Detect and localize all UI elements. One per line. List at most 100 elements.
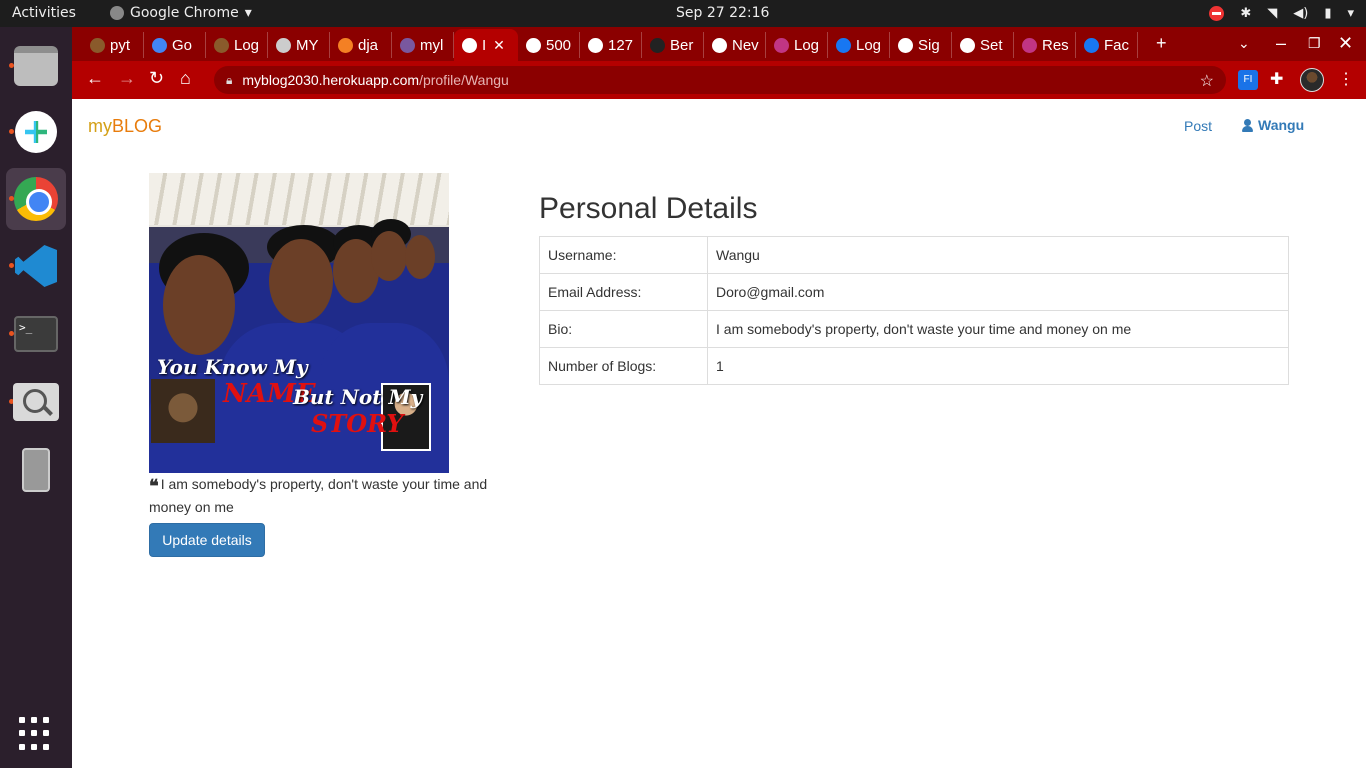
- battery-icon[interactable]: ▮: [1324, 6, 1331, 21]
- globe-icon: [462, 37, 477, 53]
- nav-user-link[interactable]: Wangu: [1242, 117, 1304, 133]
- dock-slack[interactable]: [6, 101, 66, 163]
- browser-tab[interactable]: 500: [518, 32, 580, 58]
- app-menu-label: Google Chrome: [130, 5, 239, 21]
- quote-left-icon: ❝: [149, 476, 159, 497]
- browser-tab[interactable]: dja: [330, 32, 392, 58]
- slack-tray-icon[interactable]: ✱: [1240, 6, 1251, 21]
- browser-tab[interactable]: Ber: [642, 32, 704, 58]
- tab-label: 500: [546, 36, 572, 54]
- browser-tab[interactable]: pyt: [82, 32, 144, 58]
- extension-fi-icon[interactable]: FI: [1238, 70, 1258, 90]
- app-menu[interactable]: Google Chrome ▾: [110, 5, 252, 21]
- running-indicator: [9, 331, 14, 336]
- facebook-icon: [836, 37, 851, 53]
- tab-label: pyt: [110, 36, 131, 54]
- running-indicator: [9, 129, 14, 134]
- bio-quote-text: I am somebody's property, don't waste yo…: [149, 476, 488, 515]
- browser-tab[interactable]: Fac: [1076, 32, 1138, 58]
- profile-avatar[interactable]: [1300, 68, 1324, 92]
- system-top-bar: Activities Google Chrome ▾ Sep 27 22:16 …: [0, 0, 1366, 27]
- tab-label: myl: [420, 36, 444, 54]
- email-label: Email Address:: [539, 273, 708, 311]
- close-window-button[interactable]: ✕: [1338, 33, 1353, 54]
- tab-label: dja: [358, 36, 379, 54]
- files-icon: [14, 46, 58, 86]
- bookmark-star-icon[interactable]: ☆: [1200, 71, 1214, 91]
- slack-icon: [15, 111, 57, 153]
- browser-tab[interactable]: Res: [1014, 32, 1076, 58]
- heroku-icon: [400, 37, 415, 53]
- activities-button[interactable]: Activities: [12, 5, 76, 21]
- close-tab-icon[interactable]: ✕: [493, 37, 505, 54]
- tab-label: MY: [296, 36, 319, 54]
- tab-label: Ber: [670, 36, 694, 54]
- browser-tab[interactable]: Sig: [890, 32, 952, 58]
- tab-search-icon[interactable]: ⌄: [1238, 35, 1250, 52]
- tab-label: Go: [172, 36, 193, 54]
- home-button[interactable]: ⌂: [180, 68, 191, 89]
- table-row: Number of Blogs: 1: [539, 347, 1289, 385]
- email-value: Doro@gmail.com: [707, 273, 1289, 311]
- photo-person: [269, 239, 333, 323]
- running-indicator: [9, 263, 14, 268]
- chrome-icon: [712, 37, 727, 53]
- photo-person: [405, 235, 435, 279]
- bio-value: I am somebody's property, don't waste yo…: [707, 310, 1289, 348]
- browser-tab[interactable]: Log: [206, 32, 268, 58]
- dock-terminal[interactable]: >_: [6, 303, 66, 365]
- extensions-puzzle-icon[interactable]: ✚: [1270, 70, 1290, 90]
- kebab-menu-icon[interactable]: ⋮: [1338, 70, 1358, 90]
- browser-tab[interactable]: myl: [392, 32, 454, 58]
- blog-count-label: Number of Blogs:: [539, 347, 708, 385]
- dock: >_: [0, 27, 72, 768]
- tab-label: Sig: [918, 36, 940, 54]
- update-details-button[interactable]: Update details: [149, 523, 265, 557]
- url-path: /profile/Wangu: [419, 72, 509, 88]
- clock[interactable]: Sep 27 22:16: [676, 5, 769, 21]
- tab-label: I: [482, 36, 487, 54]
- browser-tab[interactable]: Set: [952, 32, 1014, 58]
- reload-button[interactable]: ↻: [149, 68, 164, 89]
- browser-tab[interactable]: MY: [268, 32, 330, 58]
- chevron-down-icon[interactable]: ▾: [1347, 6, 1354, 21]
- browser-tab[interactable]: 127: [580, 32, 642, 58]
- photo-caption: STORY: [311, 409, 404, 438]
- stackoverflow-icon: [338, 37, 353, 53]
- personal-details-title: Personal Details: [539, 192, 758, 225]
- address-bar[interactable]: 🔒︎ myblog2030.herokuapp.com/profile/Wang…: [214, 66, 1226, 94]
- web-page: myBLOG Post Wangu You Know My NAME But N…: [72, 99, 1366, 768]
- user-icon: [1242, 118, 1253, 132]
- dock-device[interactable]: [6, 439, 66, 501]
- show-applications-icon[interactable]: [19, 717, 53, 751]
- photo-tent-roof: [149, 173, 449, 225]
- forward-button[interactable]: →: [118, 68, 136, 89]
- maximize-button[interactable]: ❐: [1308, 35, 1321, 52]
- bio-label: Bio:: [539, 310, 708, 348]
- nav-post-link[interactable]: Post: [1184, 118, 1212, 134]
- minimize-button[interactable]: –: [1276, 33, 1286, 54]
- lock-icon[interactable]: 🔒︎: [226, 73, 232, 88]
- table-row: Email Address: Doro@gmail.com: [539, 273, 1289, 311]
- volume-icon[interactable]: ◀): [1293, 6, 1308, 21]
- do-not-disturb-icon[interactable]: [1209, 5, 1225, 21]
- site-brand[interactable]: myBLOG: [88, 116, 162, 137]
- tab-label: 127: [608, 36, 634, 54]
- browser-tab[interactable]: Log: [766, 32, 828, 58]
- back-button[interactable]: ←: [86, 68, 104, 89]
- photo-inset-portrait: [151, 379, 215, 443]
- dock-files[interactable]: [6, 35, 66, 97]
- dock-chrome[interactable]: [6, 168, 66, 230]
- tab-label: Log: [794, 36, 820, 54]
- dock-image-viewer[interactable]: [6, 371, 66, 433]
- dock-vscode[interactable]: [6, 235, 66, 297]
- new-tab-button[interactable]: +: [1156, 33, 1167, 54]
- system-tray[interactable]: ✱ ◥ ◀) ▮ ▾: [1209, 3, 1354, 23]
- browser-tab[interactable]: I ✕: [454, 29, 518, 61]
- photo-caption: But Not My: [293, 385, 423, 409]
- browser-tab[interactable]: Go: [144, 32, 206, 58]
- wifi-icon[interactable]: ◥: [1267, 6, 1277, 21]
- gear-icon: [960, 37, 975, 53]
- browser-tab[interactable]: Log: [828, 32, 890, 58]
- browser-tab[interactable]: Nev: [704, 32, 766, 58]
